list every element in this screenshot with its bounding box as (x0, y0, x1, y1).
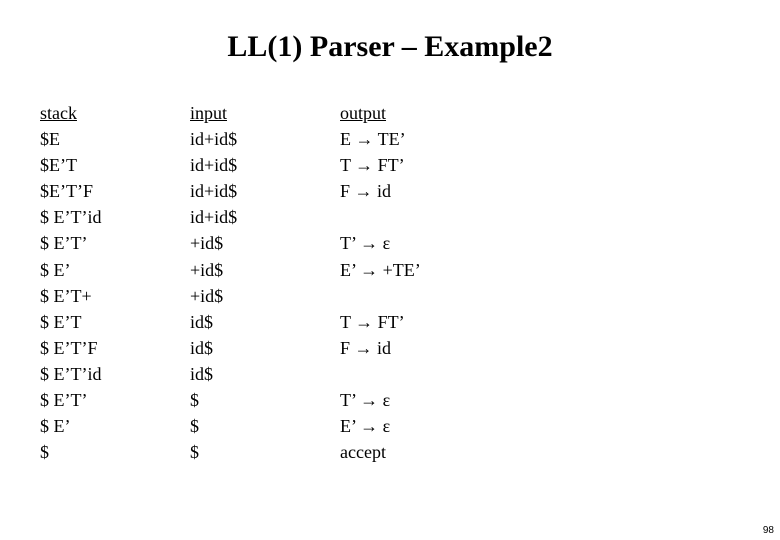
trace-table: stack input output $E id+id$ E → TE’ $E’… (40, 100, 740, 465)
stack-cell: $ E’T’ (40, 230, 190, 256)
output-cell: T’ → ε (340, 230, 740, 256)
input-cell: +id$ (190, 283, 340, 309)
table-row: $ E’T’id id$ (40, 361, 740, 387)
input-cell: +id$ (190, 230, 340, 256)
input-cell: id+id$ (190, 126, 340, 152)
output-cell: F → id (340, 335, 740, 361)
table-row: $ E’ $ E’ → ε (40, 413, 740, 439)
output-cell: T → FT’ (340, 152, 740, 178)
output-cell: E → TE’ (340, 126, 740, 152)
stack-cell: $ E’T’F (40, 335, 190, 361)
input-cell: id+id$ (190, 178, 340, 204)
table-row: $ E’T’ $ T’ → ε (40, 387, 740, 413)
table-row: $ E’ +id$ E’ → +TE’ (40, 257, 740, 283)
stack-cell: $ E’T+ (40, 283, 190, 309)
output-cell: T → FT’ (340, 309, 740, 335)
output-cell (340, 283, 740, 309)
input-cell: $ (190, 413, 340, 439)
table-row: $E id+id$ E → TE’ (40, 126, 740, 152)
output-cell (340, 361, 740, 387)
header-output: output (340, 100, 740, 126)
table-row: $ E’T+ +id$ (40, 283, 740, 309)
stack-cell: $E (40, 126, 190, 152)
table-row: $ E’T id$ T → FT’ (40, 309, 740, 335)
slide: LL(1) Parser – Example2 stack input outp… (0, 0, 780, 540)
output-cell: E’ → ε (340, 413, 740, 439)
input-cell: $ (190, 439, 340, 465)
page-number: 98 (763, 525, 774, 536)
input-cell: id$ (190, 335, 340, 361)
stack-cell: $ E’ (40, 257, 190, 283)
slide-title: LL(1) Parser – Example2 (0, 30, 780, 64)
header-row: stack input output (40, 100, 740, 126)
stack-cell: $ E’T’ (40, 387, 190, 413)
stack-cell: $ E’T’id (40, 361, 190, 387)
output-cell: accept (340, 439, 740, 465)
output-cell: F → id (340, 178, 740, 204)
table-row: $E’T id+id$ T → FT’ (40, 152, 740, 178)
stack-cell: $ (40, 439, 190, 465)
stack-cell: $ E’T’id (40, 204, 190, 230)
output-cell (340, 204, 740, 230)
input-cell: id$ (190, 361, 340, 387)
output-cell: E’ → +TE’ (340, 257, 740, 283)
table-row: $ E’T’id id+id$ (40, 204, 740, 230)
stack-cell: $E’T (40, 152, 190, 178)
table-row: $ $ accept (40, 439, 740, 465)
input-cell: $ (190, 387, 340, 413)
stack-cell: $ E’T (40, 309, 190, 335)
table-row: $ E’T’F id$ F → id (40, 335, 740, 361)
input-cell: id+id$ (190, 152, 340, 178)
table-row: $ E’T’ +id$ T’ → ε (40, 230, 740, 256)
table-row: $E’T’F id+id$ F → id (40, 178, 740, 204)
input-cell: +id$ (190, 257, 340, 283)
input-cell: id+id$ (190, 204, 340, 230)
output-cell: T’ → ε (340, 387, 740, 413)
input-cell: id$ (190, 309, 340, 335)
header-stack: stack (40, 100, 190, 126)
stack-cell: $E’T’F (40, 178, 190, 204)
stack-cell: $ E’ (40, 413, 190, 439)
header-input: input (190, 100, 340, 126)
